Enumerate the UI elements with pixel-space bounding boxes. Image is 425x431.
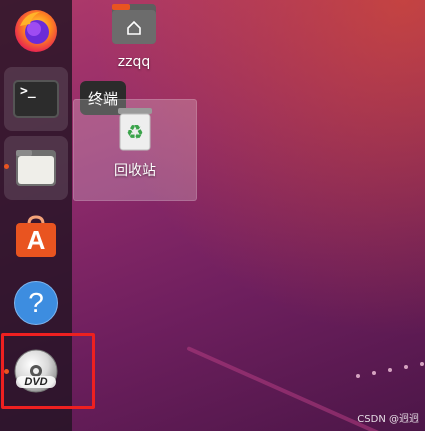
- home-folder-label: zzqq: [117, 54, 151, 70]
- desktop: >_ A ? DVD 终端 zzqq ♻ 回收站 CSDN @迥迥: [0, 0, 425, 431]
- wallpaper-dot: [388, 368, 392, 372]
- watermark: CSDN @迥迥: [357, 414, 419, 425]
- desktop-icon-home-folder[interactable]: zzqq: [104, 2, 164, 70]
- wallpaper-dot: [356, 374, 360, 378]
- dock-item-firefox[interactable]: [4, 0, 68, 64]
- wallpaper-dot: [372, 371, 376, 375]
- firefox-icon: [12, 6, 60, 58]
- help-icon: ?: [14, 281, 58, 325]
- folder-icon: [12, 142, 60, 194]
- trash-icon: ♻: [115, 106, 155, 156]
- terminal-icon: >_: [13, 80, 59, 118]
- svg-text:♻: ♻: [126, 120, 144, 144]
- help-glyph: ?: [28, 287, 44, 318]
- trash-content: ♻ 回收站: [74, 106, 196, 180]
- app-store-icon: A: [14, 214, 58, 258]
- wallpaper-dot: [404, 365, 408, 369]
- desktop-icon-trash[interactable]: ♻ 回收站: [73, 99, 197, 201]
- terminal-prompt: >_: [20, 84, 36, 99]
- dock-item-software[interactable]: A: [4, 204, 68, 268]
- dock-item-help[interactable]: ?: [4, 271, 68, 335]
- running-indicator: [4, 164, 9, 169]
- dock-item-terminal[interactable]: >_: [4, 67, 68, 131]
- wallpaper-dot: [420, 362, 424, 366]
- trash-label: 回收站: [114, 163, 156, 179]
- highlight-box: [1, 333, 95, 409]
- home-folder-icon: [110, 2, 158, 50]
- app-store-glyph: A: [26, 225, 46, 255]
- dock-item-files[interactable]: [4, 136, 68, 200]
